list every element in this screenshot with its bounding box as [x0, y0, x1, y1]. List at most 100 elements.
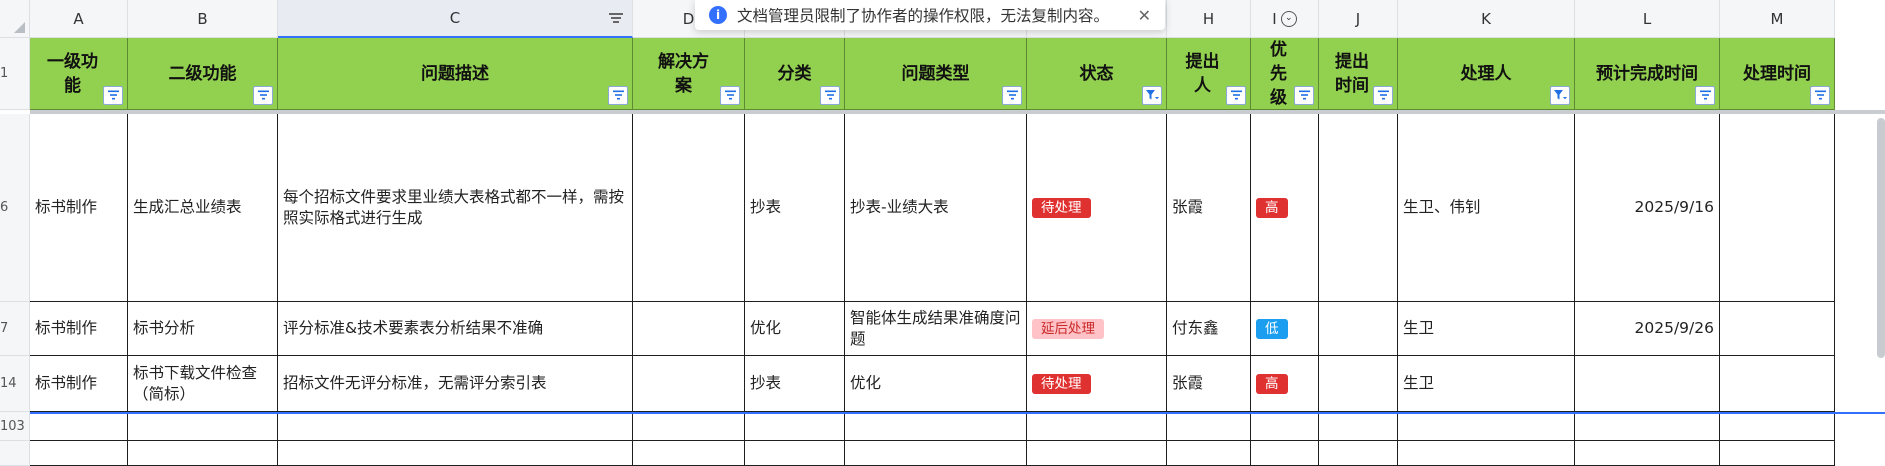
filter-icon[interactable]: [1294, 86, 1314, 105]
header-cell-h[interactable]: 提出人: [1167, 38, 1251, 110]
header-cell-j[interactable]: 提出时间: [1319, 38, 1398, 110]
column-header-c[interactable]: C: [278, 0, 633, 38]
column-header-h[interactable]: H: [1167, 0, 1251, 38]
close-icon[interactable]: ✕: [1138, 6, 1151, 25]
data-cell[interactable]: [1319, 356, 1398, 412]
data-cell[interactable]: [1575, 441, 1720, 466]
data-cell[interactable]: [745, 441, 845, 466]
column-header-b[interactable]: B: [128, 0, 278, 38]
header-cell-f[interactable]: 问题类型: [845, 38, 1027, 110]
data-cell[interactable]: [1167, 412, 1251, 441]
data-cell[interactable]: 待处理: [1027, 356, 1167, 412]
header-cell-a[interactable]: 一级功能: [30, 38, 128, 110]
header-cell-b[interactable]: 二级功能: [128, 38, 278, 110]
filter-icon[interactable]: [253, 86, 273, 105]
filter-icon[interactable]: [720, 86, 740, 105]
data-cell[interactable]: [1319, 441, 1398, 466]
data-cell[interactable]: [1398, 412, 1575, 441]
chevron-down-icon[interactable]: ⌄: [1280, 10, 1297, 27]
data-cell[interactable]: 抄表: [745, 356, 845, 412]
data-cell[interactable]: [1027, 412, 1167, 441]
data-cell[interactable]: [1251, 412, 1319, 441]
data-cell[interactable]: 生成汇总业绩表: [128, 114, 278, 302]
data-cell[interactable]: 优化: [845, 356, 1027, 412]
column-header-m[interactable]: M: [1720, 0, 1835, 38]
filter-icon[interactable]: [1226, 86, 1246, 105]
row-number[interactable]: 14: [0, 356, 30, 412]
data-cell[interactable]: 2025/9/16: [1575, 114, 1720, 302]
filter-active-icon[interactable]: [1550, 86, 1570, 105]
filter-icon[interactable]: [1695, 86, 1715, 105]
select-all-corner[interactable]: [0, 0, 30, 38]
header-cell-l[interactable]: 预计完成时间: [1575, 38, 1720, 110]
row-number[interactable]: 103: [0, 412, 30, 441]
data-cell[interactable]: [1575, 356, 1720, 412]
data-cell[interactable]: 付东鑫: [1167, 302, 1251, 356]
header-cell-m[interactable]: 处理时间: [1720, 38, 1835, 110]
data-cell[interactable]: [845, 441, 1027, 466]
filter-icon[interactable]: [103, 86, 123, 105]
filter-icon[interactable]: [820, 86, 840, 105]
data-cell[interactable]: 标书制作: [30, 356, 128, 412]
row-number[interactable]: 7: [0, 302, 30, 356]
column-header-j[interactable]: J: [1319, 0, 1398, 38]
data-cell[interactable]: [633, 356, 745, 412]
filter-icon[interactable]: [1810, 86, 1830, 105]
data-cell[interactable]: 张霞: [1167, 356, 1251, 412]
spreadsheet-grid[interactable]: ABCDEFGHI⌄JKLM 16714103 一级功能二级功能问题描述解决方案…: [0, 0, 1885, 466]
data-cell[interactable]: [1720, 412, 1835, 441]
data-cell[interactable]: [1720, 441, 1835, 466]
data-cell[interactable]: 标书制作: [30, 302, 128, 356]
data-cell[interactable]: 低: [1251, 302, 1319, 356]
filter-icon[interactable]: [1002, 86, 1022, 105]
data-cell[interactable]: [1319, 302, 1398, 356]
data-cell[interactable]: 标书制作: [30, 114, 128, 302]
row-number[interactable]: [0, 441, 30, 466]
data-cell[interactable]: [1575, 412, 1720, 441]
data-cell[interactable]: [1251, 441, 1319, 466]
data-cell[interactable]: [1720, 114, 1835, 302]
column-menu-icon[interactable]: [608, 13, 624, 25]
data-cell[interactable]: [1167, 441, 1251, 466]
filter-active-icon[interactable]: [1142, 86, 1162, 105]
data-cell[interactable]: [30, 441, 128, 466]
data-cell[interactable]: [745, 412, 845, 441]
row-number[interactable]: 6: [0, 114, 30, 302]
column-header-i[interactable]: I ⌄: [1251, 0, 1319, 38]
data-cell[interactable]: [1319, 114, 1398, 302]
header-cell-c[interactable]: 问题描述: [278, 38, 633, 110]
filter-icon[interactable]: [1373, 86, 1393, 105]
data-cell[interactable]: 优化: [745, 302, 845, 356]
data-cell[interactable]: [278, 441, 633, 466]
data-cell[interactable]: 生卫: [1398, 302, 1575, 356]
data-cell[interactable]: 抄表-业绩大表: [845, 114, 1027, 302]
data-cell[interactable]: [633, 441, 745, 466]
data-cell[interactable]: [128, 412, 278, 441]
data-cell[interactable]: [1720, 302, 1835, 356]
data-cell[interactable]: 智能体生成结果准确度问题: [845, 302, 1027, 356]
column-header-l[interactable]: L: [1575, 0, 1720, 38]
data-cell[interactable]: [30, 412, 128, 441]
data-cell[interactable]: [278, 412, 633, 441]
header-cell-g[interactable]: 状态: [1027, 38, 1167, 110]
data-cell[interactable]: 生卫、伟钊: [1398, 114, 1575, 302]
data-cell[interactable]: [1720, 356, 1835, 412]
row-number[interactable]: 1: [0, 38, 30, 110]
data-cell[interactable]: 生卫: [1398, 356, 1575, 412]
data-cell[interactable]: 抄表: [745, 114, 845, 302]
data-cell[interactable]: 2025/9/26: [1575, 302, 1720, 356]
data-cell[interactable]: [128, 441, 278, 466]
column-header-k[interactable]: K: [1398, 0, 1575, 38]
data-cell[interactable]: 招标文件无评分标准，无需评分索引表: [278, 356, 633, 412]
data-cell[interactable]: 延后处理: [1027, 302, 1167, 356]
data-cell[interactable]: 待处理: [1027, 114, 1167, 302]
filter-icon[interactable]: [608, 86, 628, 105]
data-cell[interactable]: [1027, 441, 1167, 466]
data-cell[interactable]: 标书分析: [128, 302, 278, 356]
header-cell-e[interactable]: 分类: [745, 38, 845, 110]
header-cell-i[interactable]: 优先级: [1251, 38, 1319, 110]
data-cell[interactable]: 张霞: [1167, 114, 1251, 302]
data-cell[interactable]: [1319, 412, 1398, 441]
data-cell[interactable]: [633, 114, 745, 302]
data-cell[interactable]: [1398, 441, 1575, 466]
